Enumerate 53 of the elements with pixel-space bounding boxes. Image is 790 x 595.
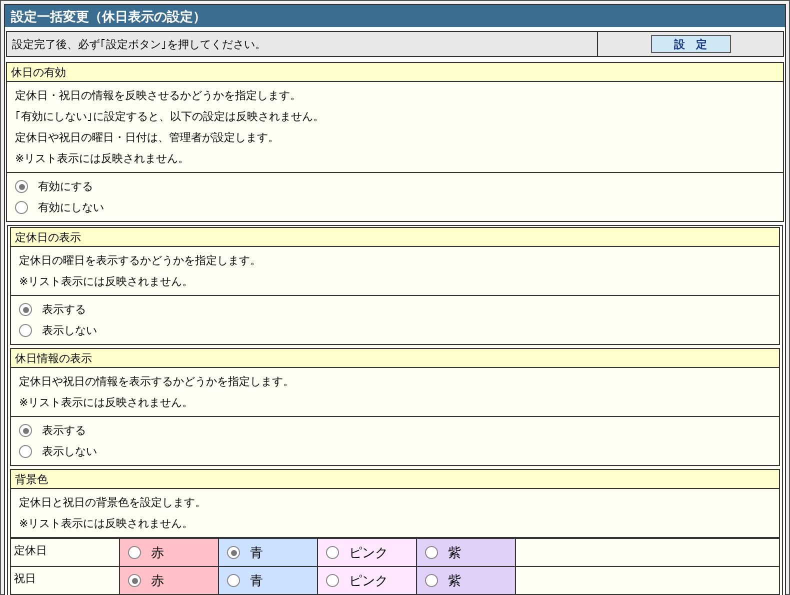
color-option[interactable]: 青 [219,567,318,595]
description-text: 定休日・祝日の情報を反映させるかどうかを指定します。 [15,88,302,104]
option-label: 青 [250,572,263,590]
option-label: 表示する [42,302,86,317]
color-option[interactable]: 紫 [417,567,516,595]
radio-selected[interactable] [19,424,32,437]
color-option[interactable]: 赤 [120,539,219,567]
radio-button[interactable] [425,546,438,559]
submit-button[interactable]: 設 定 [650,35,730,53]
description-text: 定休日や祝日の情報を表示するかどうかを指定します。 [19,374,295,390]
description-text: ※リスト表示には反映されません。 [19,274,194,290]
radio-selected[interactable] [19,303,32,316]
notice-text: 設定完了後、必ず｢設定ボタン｣を押してください。 [7,32,598,56]
option-label: ピンク [349,544,388,562]
description-text: 定休日と祝日の背景色を設定します。 [19,495,207,511]
color-option[interactable]: 赤 [120,567,219,595]
section-header: 背景色 [11,470,779,489]
color-option[interactable]: ピンク [318,567,417,595]
window-title: 設定一括変更（休日表示の設定） [5,5,785,29]
description-text: 定休日や祝日の曜日・日付は、管理者が設定します。 [15,130,280,146]
option-label: 有効にする [38,179,93,194]
radio-button[interactable] [15,201,28,214]
color-option[interactable]: ピンク [318,539,417,567]
section-header: 定休日の表示 [11,228,779,247]
description-text: 定休日の曜日を表示するかどうかを指定します。 [19,253,262,269]
color-option[interactable]: 紫 [417,539,516,567]
radio-button[interactable] [326,546,339,559]
option-label: 有効にしない [38,200,104,215]
option-label: 紫 [448,544,461,562]
radio-button[interactable] [326,574,339,587]
radio-button[interactable] [19,445,32,458]
description-text: ｢有効にしない｣に設定すると、以下の設定は反映されません。 [15,109,325,125]
description-text: ※リスト表示には反映されません。 [19,395,194,411]
description-text: ※リスト表示には反映されません。 [15,151,190,167]
option-label: 赤 [151,572,164,590]
option-label: 表示する [42,423,86,438]
option-label: 紫 [448,572,461,590]
option-label: 青 [250,544,263,562]
radio-button[interactable] [19,324,32,337]
radio-button[interactable] [128,546,141,559]
option-label: ピンク [349,572,388,590]
radio-button[interactable] [227,574,240,587]
radio-button[interactable] [425,574,438,587]
color-option[interactable]: 青 [219,539,318,567]
option-label: 表示しない [42,444,97,459]
radio-selected[interactable] [15,180,28,193]
radio-selected[interactable] [128,574,141,587]
section-header: 休日の有効 [7,63,783,82]
description-text: ※リスト表示には反映されません。 [19,516,194,532]
radio-selected[interactable] [227,546,240,559]
section-header: 休日情報の表示 [11,349,779,368]
option-label: 表示しない [42,323,97,338]
option-label: 赤 [151,544,164,562]
